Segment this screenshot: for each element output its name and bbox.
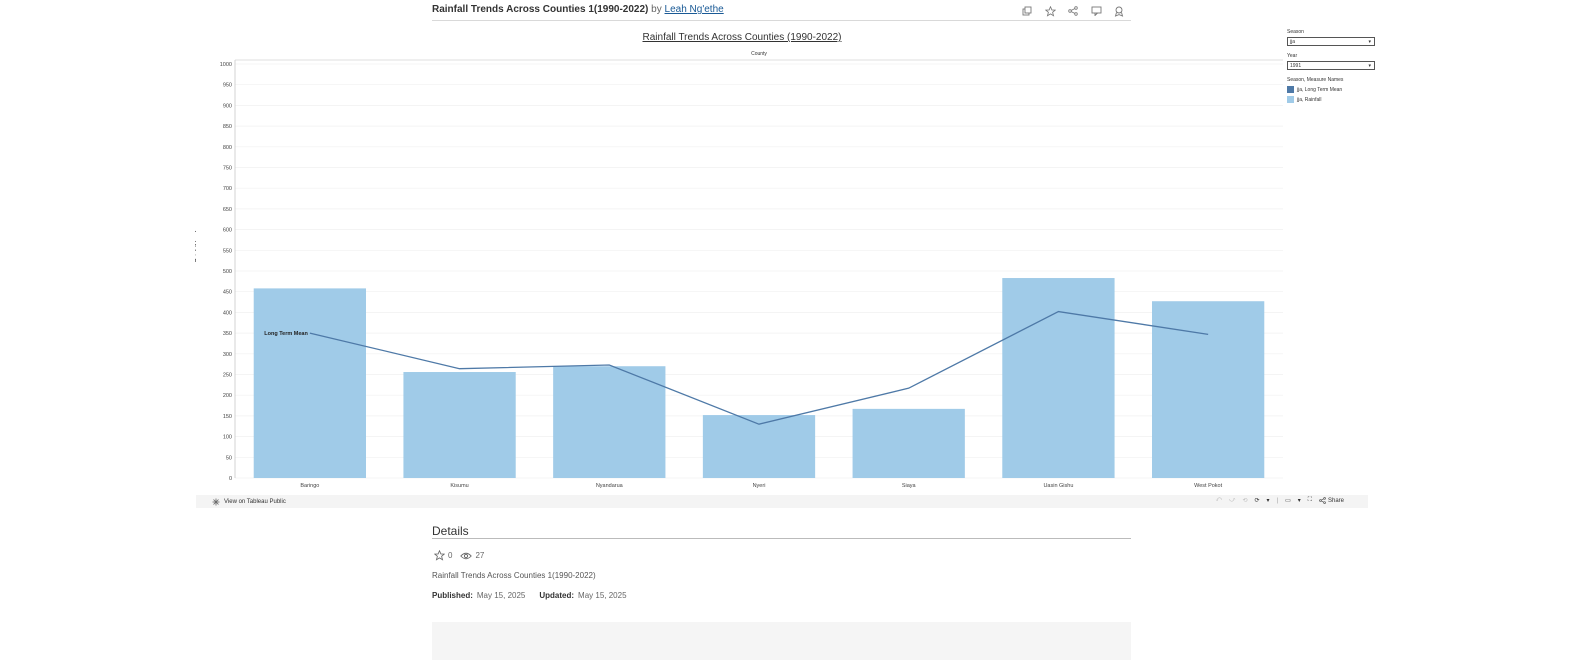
x-tick-label: Nyeri <box>753 483 766 489</box>
y-tick-label: 100 <box>223 435 232 441</box>
y-tick-label: 400 <box>223 310 232 316</box>
rainfall-chart: 0 50 100 150 200 250 300 350 400 450 500 550 600 650 7… <box>196 56 1288 496</box>
tableau-logo-icon <box>212 498 220 506</box>
y-tick-label: 850 <box>223 124 232 130</box>
comment-icon[interactable]: ▭ <box>1285 497 1291 504</box>
fullscreen-icon[interactable]: ⛶ <box>1308 497 1312 504</box>
author-link[interactable]: Leah Ng'ethe <box>665 4 724 15</box>
y-tick-label: 0 <box>229 476 232 482</box>
view-count-value: 27 <box>475 551 485 560</box>
y-tick-label: 150 <box>223 414 232 420</box>
y-tick-label: 800 <box>223 145 232 151</box>
x-tick-label: Nyandarua <box>596 483 624 489</box>
published-label: Published: <box>432 591 473 600</box>
dashboard-title: Rainfall Trends Across Counties (1990-20… <box>642 32 842 43</box>
share-icon[interactable] <box>1066 4 1080 18</box>
y-tick-label: 750 <box>223 166 232 172</box>
viz-toolbar: View on Tableau Public ⤺ ⤻ ⟲ ⟳ ▾ | ▭ ▾ ⛶… <box>196 495 1368 508</box>
header-divider <box>432 20 1131 21</box>
chevron-down-icon[interactable]: ▾ <box>1267 497 1270 504</box>
star-icon <box>434 550 445 561</box>
eye-icon <box>460 552 473 559</box>
x-tick-label: West Pokot <box>1194 483 1222 489</box>
by-label: by <box>651 4 662 15</box>
bar-rainfall[interactable] <box>253 288 366 478</box>
details-divider <box>432 538 1131 539</box>
bar-rainfall[interactable] <box>553 366 666 478</box>
share-label: Share <box>1327 497 1344 504</box>
y-tick-label: 950 <box>223 83 232 89</box>
year-filter-label: Year <box>1287 53 1298 59</box>
viz-title: Rainfall Trends Across Counties 1(1990-2… <box>432 4 649 15</box>
bar-rainfall[interactable] <box>852 408 965 478</box>
y-tick-label: 550 <box>223 248 232 254</box>
legend-item-rainfall[interactable]: jja, Rainfall <box>1287 96 1375 103</box>
y-tick-label: 450 <box>223 290 232 296</box>
undo-icon[interactable]: ⤺ <box>1216 497 1222 504</box>
header-actions <box>1020 4 1126 18</box>
bar-rainfall[interactable] <box>403 372 516 478</box>
comment-icon[interactable] <box>1089 4 1103 18</box>
view-on-tableau-link[interactable]: View on Tableau Public <box>212 498 286 506</box>
download-icon[interactable] <box>1112 4 1126 18</box>
x-tick-label: Siaya <box>902 483 917 489</box>
publish-dates: Published: May 15, 2025 Updated: May 15,… <box>432 591 627 600</box>
y-tick-label: 500 <box>223 269 232 275</box>
x-tick-label: Uasin Gishu <box>1043 483 1073 489</box>
y-tick-label: 50 <box>226 455 232 461</box>
updated-date: May 15, 2025 <box>578 591 627 600</box>
favorite-count[interactable]: 0 <box>434 550 452 561</box>
legend-title: Season, Measure Names <box>1287 77 1344 83</box>
toolbar-separator: | <box>1276 497 1279 504</box>
year-dropdown[interactable]: 1991 ▾ <box>1287 61 1375 70</box>
y-tick-label: 600 <box>223 228 232 234</box>
x-tick-label: Baringo <box>300 483 319 489</box>
share-icon <box>1319 497 1326 504</box>
refresh-icon[interactable]: ⟳ <box>1254 497 1259 504</box>
star-icon[interactable] <box>1043 4 1057 18</box>
legend-swatch <box>1287 86 1294 93</box>
copy-icon[interactable] <box>1020 4 1034 18</box>
y-tick-label: 1000 <box>220 62 232 68</box>
published-date: May 15, 2025 <box>476 591 526 600</box>
legend-item-long-term-mean[interactable]: jja, Long Term Mean <box>1287 86 1375 93</box>
chevron-down-icon: ▾ <box>1368 39 1371 45</box>
bar-rainfall[interactable] <box>1002 278 1115 478</box>
season-dropdown[interactable]: jja ▾ <box>1287 37 1375 46</box>
y-tick-label: 900 <box>223 103 232 109</box>
x-tick-label: Kisumu <box>450 483 468 489</box>
chevron-down-icon: ▾ <box>1368 63 1371 69</box>
share-button[interactable]: Share <box>1319 497 1344 504</box>
year-selected-value: 1991 <box>1290 63 1302 69</box>
view-on-tableau-label: View on Tableau Public <box>224 499 286 505</box>
viz-title-bar: Rainfall Trends Across Counties 1(1990-2… <box>432 4 724 15</box>
y-tick-label: 700 <box>223 186 232 192</box>
season-filter-label: Season <box>1287 29 1304 35</box>
revert-icon[interactable]: ⟲ <box>1242 497 1247 504</box>
y-tick-label: 350 <box>223 331 232 337</box>
y-tick-label: 300 <box>223 352 232 358</box>
viz-description: Rainfall Trends Across Counties 1(1990-2… <box>432 571 596 580</box>
legend-swatch <box>1287 96 1294 103</box>
y-tick-label: 200 <box>223 393 232 399</box>
content-placeholder <box>432 622 1131 660</box>
details-heading: Details <box>432 524 469 538</box>
details-stats: 0 27 <box>434 550 484 561</box>
filter-panel: Season jja ▾ Year 1991 ▾ Season, Measure… <box>1287 29 1375 103</box>
redo-icon[interactable]: ⤻ <box>1229 497 1235 504</box>
y-tick-label: 650 <box>223 207 232 213</box>
legend-label: jja, Rainfall <box>1297 96 1322 103</box>
favorite-count-value: 0 <box>448 551 453 560</box>
chevron-down-icon[interactable]: ▾ <box>1298 497 1301 504</box>
season-selected-value: jja <box>1290 39 1296 45</box>
y-tick-label: 250 <box>223 373 232 379</box>
view-count: 27 <box>460 551 484 560</box>
toolbar-actions: ⤺ ⤻ ⟲ ⟳ ▾ | ▭ ▾ ⛶ Share <box>1216 497 1344 504</box>
long-term-mean-annotation: Long Term Mean <box>264 331 308 337</box>
legend-label: jja, Long Term Mean <box>1297 86 1343 93</box>
updated-label: Updated: <box>539 591 575 600</box>
